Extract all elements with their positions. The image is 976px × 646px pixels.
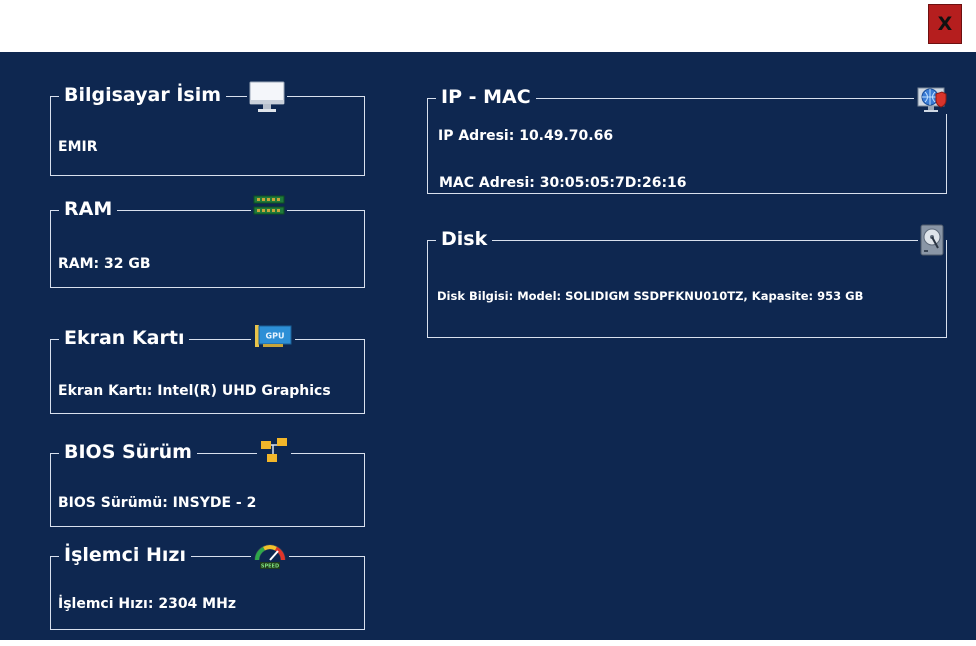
computer-name-value: EMIR — [58, 139, 98, 155]
bios-value: BIOS Sürümü: INSYDE - 2 — [58, 495, 257, 511]
ip-mac-title: IP - MAC — [436, 82, 536, 112]
bottom-strip — [0, 640, 976, 646]
disk-group: Disk Disk Bilgisi: Model: SOLIDIGM SSDPF… — [427, 224, 947, 338]
cpu-speed-group: İşlemci Hızı SPEED İşlemci Hızı: 2304 MH… — [50, 540, 365, 630]
disk-info-value: Disk Bilgisi: Model: SOLIDIGM SSDPFKNU01… — [437, 289, 864, 303]
ram-title: RAM — [59, 194, 118, 224]
folder-tree-icon — [257, 437, 291, 465]
gpu-value: Ekran Kartı: Intel(R) UHD Graphics — [58, 383, 331, 399]
mac-address-value: MAC Adresi: 30:05:05:7D:26:16 — [439, 175, 687, 191]
gpu-group: Ekran Kartı GPU Ekran Kartı: Intel(R) UH… — [50, 323, 365, 414]
ram-group: RAM RAM: 32 GB — [50, 194, 365, 288]
network-globe-icon — [914, 82, 950, 114]
hard-disk-icon — [918, 224, 946, 256]
ip-address-value: IP Adresi: 10.49.70.66 — [438, 128, 614, 144]
speed-icon-label: SPEED — [261, 564, 279, 570]
computer-name-title: Bilgisayar İsim — [59, 80, 227, 110]
disk-title: Disk — [436, 224, 493, 254]
cpu-speed-value: İşlemci Hızı: 2304 MHz — [58, 596, 236, 612]
speedometer-icon: SPEED — [251, 540, 289, 570]
ip-mac-group: IP - MAC IP Adresi: 10.49.70.66 MAC Adre… — [427, 82, 950, 194]
bios-group: BIOS Sürüm BIOS Sürümü: INSYDE - 2 — [50, 437, 365, 527]
gpu-icon-label: GPU — [266, 332, 285, 341]
bios-title: BIOS Sürüm — [59, 437, 197, 467]
ram-value: RAM: 32 GB — [58, 256, 151, 272]
cpu-speed-title: İşlemci Hızı — [59, 540, 191, 570]
ram-icon — [251, 194, 287, 218]
close-button[interactable]: X — [928, 4, 962, 44]
monitor-icon — [247, 80, 287, 114]
gpu-icon: GPU — [251, 323, 295, 349]
computer-name-group: Bilgisayar İsim EMIR — [50, 80, 365, 176]
gpu-title: Ekran Kartı — [59, 323, 190, 353]
title-bar: X — [0, 0, 976, 52]
